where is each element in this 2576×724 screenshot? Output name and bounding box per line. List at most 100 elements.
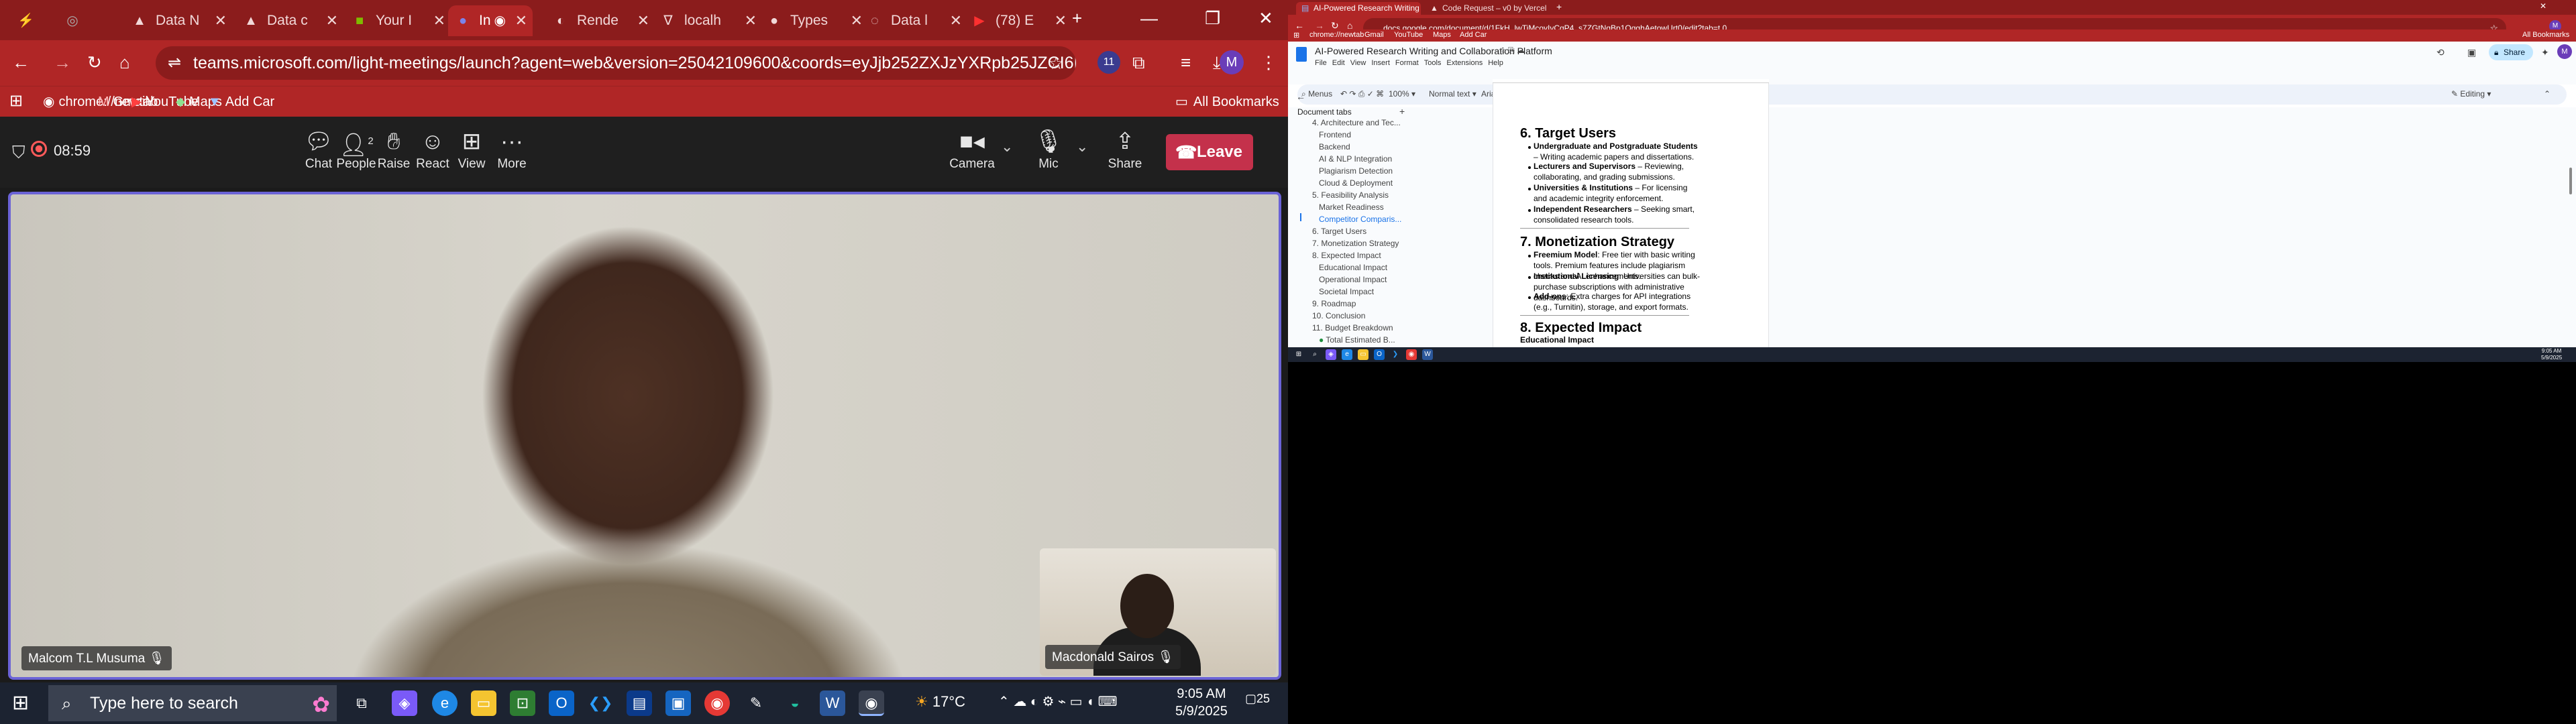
close-icon[interactable]: ✕ <box>1055 12 1067 29</box>
mic-button[interactable]: 🎙︎ Mic <box>1018 126 1079 180</box>
share-button[interactable]: 🔒︎ Share <box>2489 44 2533 60</box>
outlook-icon[interactable]: O <box>549 690 574 716</box>
task-view-icon[interactable]: ⧉ <box>349 690 374 716</box>
history-icon[interactable]: ⟲ <box>2436 47 2445 58</box>
outline-item[interactable]: 9. Roadmap <box>1312 299 1356 308</box>
mic-options-chevron-icon[interactable]: ⌄ <box>1076 138 1088 156</box>
document-page[interactable]: 6. Target Users Undergraduate and Postgr… <box>1493 83 1769 347</box>
close-icon[interactable]: ✕ <box>215 12 227 29</box>
store-icon[interactable]: ⊡ <box>510 690 535 716</box>
taskbar-search[interactable]: ⌕ Type here to search ✿ <box>48 685 337 721</box>
back-icon[interactable]: ← <box>12 54 30 71</box>
tab-7[interactable]: ∇ localh ✕ <box>660 5 762 36</box>
outline-item[interactable]: 5. Feasibility Analysis <box>1312 190 1389 200</box>
outline-item[interactable]: 10. Conclusion <box>1312 311 1365 320</box>
outline-item[interactable]: Educational Impact <box>1319 263 1387 272</box>
clock[interactable]: 9:05 AM 5/9/2025 <box>1175 685 1228 720</box>
outline-item-current[interactable]: Competitor Comparis... <box>1319 215 1401 224</box>
maximize-icon[interactable]: ❐ <box>1205 9 1220 27</box>
outline-item[interactable]: Frontend <box>1319 130 1351 139</box>
star-icon[interactable]: ☆ ⎘ ☁ <box>1499 46 1525 56</box>
share-button[interactable]: ⇪ Share <box>1095 126 1155 180</box>
outline-item[interactable]: Societal Impact <box>1319 287 1374 296</box>
camera-button[interactable]: ■◂ Camera <box>942 126 1002 180</box>
extensions-icon[interactable]: ⧉ <box>1132 54 1145 71</box>
camera-options-chevron-icon[interactable]: ⌄ <box>1001 138 1013 156</box>
add-tab-icon[interactable]: + <box>1399 106 1405 117</box>
forward-icon[interactable]: → <box>54 54 71 71</box>
outline-item[interactable]: Operational Impact <box>1319 275 1387 284</box>
close-icon[interactable]: ✕ <box>745 12 757 29</box>
outline-item[interactable]: 4. Architecture and Tec... <box>1312 118 1401 127</box>
close-icon[interactable]: ✕ <box>515 12 527 29</box>
outline-item[interactable]: 8. Expected Impact <box>1312 251 1381 260</box>
new-tab-icon[interactable]: + <box>1072 9 1082 27</box>
tab-10[interactable]: ▶ (78) E ✕ <box>971 5 1072 36</box>
tab-0[interactable]: ⚡ <box>17 5 58 36</box>
avatar[interactable]: M <box>1220 50 1244 74</box>
back-arrow-icon[interactable]: ← <box>1296 91 1305 102</box>
site-info-icon[interactable]: ⇌ <box>168 46 181 80</box>
file-explorer-icon[interactable]: ▭ <box>471 690 496 716</box>
minimize-icon[interactable]: — <box>1140 9 1158 27</box>
scrollbar-thumb[interactable] <box>2569 168 2572 194</box>
tab-9[interactable]: ◌ Data l ✕ <box>867 5 967 36</box>
gemini-icon[interactable]: ✦ <box>2541 47 2549 58</box>
outline-item[interactable]: 11. Budget Breakdown <box>1312 323 1393 333</box>
outline-item[interactable]: 6. Target Users <box>1312 227 1366 236</box>
close-icon[interactable]: ✕ <box>851 12 863 29</box>
tray-icons[interactable]: ⌃ ☁ ◐ ⚙ ⌁ ▭ ◖ ⌨ <box>998 693 1118 710</box>
app-icon[interactable]: ▣ <box>665 690 691 716</box>
windows-start-icon[interactable]: ⊞ <box>1293 349 1304 360</box>
word-icon[interactable]: W <box>1422 349 1433 360</box>
terminal-icon[interactable]: ▤ <box>627 690 652 716</box>
editing-mode-select[interactable]: ✎ Editing ▾ <box>2451 89 2491 99</box>
leave-button[interactable]: ☎ Leave <box>1166 134 1253 170</box>
file-explorer-icon[interactable]: ▭ <box>1358 349 1368 360</box>
meet-icon[interactable]: ▣ <box>2467 47 2476 58</box>
extension-badge[interactable]: 11 <box>1097 51 1120 74</box>
menu-icon[interactable]: ⋮ <box>1260 54 1277 71</box>
chrome-icon[interactable]: ◉ <box>704 690 730 716</box>
bookmark-add-car[interactable]: ▼ Add Car <box>208 92 274 112</box>
more-button[interactable]: ··· More <box>482 126 542 180</box>
collapse-icon[interactable]: ⌃ <box>2544 89 2551 99</box>
close-icon[interactable]: ✕ <box>637 12 649 29</box>
home-icon[interactable]: ⌂ <box>119 54 130 71</box>
clock[interactable]: 9:05 AM 5/9/2025 <box>2541 348 2562 361</box>
tab-4[interactable]: ■ Your I ✕ <box>352 5 451 36</box>
self-video-tile[interactable]: Macdonald Sairos 🎙︎ <box>1040 548 1276 676</box>
tab-6[interactable]: ◐ Rende ✕ <box>553 5 655 36</box>
outline-item[interactable]: Cloud & Deployment <box>1319 178 1393 188</box>
all-bookmarks[interactable]: All Bookmarks <box>2522 31 2569 39</box>
edge-icon[interactable]: e <box>1342 349 1352 360</box>
close-icon[interactable]: ✕ <box>433 12 445 29</box>
reload-icon[interactable]: ↻ <box>87 54 102 71</box>
word-icon[interactable]: W <box>820 690 845 716</box>
tab-5-active[interactable]: ● In ◉ ✕ <box>448 5 533 36</box>
notifications[interactable]: ▢25 <box>1245 692 1270 706</box>
tab-3[interactable]: ▲ Data c ✕ <box>243 5 343 36</box>
media-icon[interactable]: ≡ <box>1181 54 1191 71</box>
outline-item[interactable]: Backend <box>1319 142 1350 152</box>
window-close-icon[interactable]: ✕ <box>1258 9 1273 27</box>
chrome-icon[interactable]: ◉ <box>1406 349 1417 360</box>
outlook-icon[interactable]: O <box>1374 349 1385 360</box>
outline-item[interactable]: ● Total Estimated B... <box>1319 335 1395 345</box>
all-bookmarks[interactable]: ▭ All Bookmarks <box>1175 92 1279 112</box>
new-tab-icon[interactable]: + <box>1556 1 1562 12</box>
close-icon[interactable]: ✕ <box>950 12 962 29</box>
outline-item[interactable]: AI & NLP Integration <box>1319 154 1392 164</box>
tab-8[interactable]: ● Types ✕ <box>766 5 868 36</box>
tab-1[interactable]: ◎ <box>64 5 105 36</box>
chrome-active-icon[interactable]: ◉ <box>859 690 884 716</box>
ink-app-icon[interactable]: ✎ <box>743 690 769 716</box>
window-close-icon[interactable]: ✕ <box>2540 1 2546 11</box>
search-icon[interactable]: ⌕ <box>1309 349 1320 360</box>
apps-icon[interactable]: ⊞ <box>9 93 23 109</box>
avatar[interactable]: M <box>2557 44 2572 59</box>
copilot-icon[interactable]: ◈ <box>1326 349 1336 360</box>
url-bar[interactable]: ⇌ teams.microsoft.com/light-meetings/lau… <box>156 46 1076 80</box>
bookmark-star-icon[interactable]: ☆ <box>1049 46 1064 80</box>
vscode-icon[interactable]: ❯ <box>1390 349 1401 360</box>
